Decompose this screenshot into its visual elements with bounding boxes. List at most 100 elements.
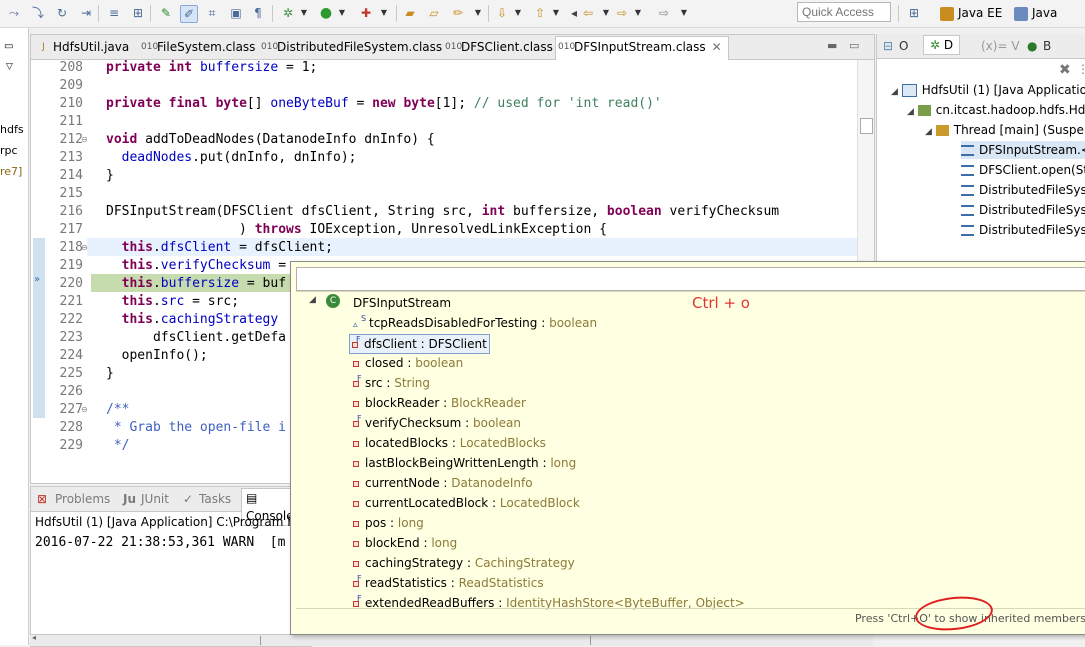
previous-annotation-icon[interactable]: ⇧: [532, 5, 548, 21]
tab-debug[interactable]: ✲ D: [923, 35, 961, 55]
chevron-down-icon[interactable]: ▼: [598, 5, 614, 21]
format-icon[interactable]: ≡: [106, 5, 122, 21]
toggle-icon[interactable]: ⊞: [130, 5, 146, 21]
fold-toggle-icon[interactable]: ⊖: [81, 135, 88, 144]
outline-item[interactable]: blockReader : BlockReader: [353, 394, 526, 412]
mark-occurrences-icon[interactable]: ✎: [158, 5, 174, 21]
chevron-down-icon[interactable]: ▼: [630, 5, 646, 21]
run-icon[interactable]: ●: [318, 5, 334, 21]
tab-hdfsutil-java[interactable]: J HdfsUtil.java: [35, 37, 129, 58]
stack-frame-selected[interactable]: DFSInputStream.<init>: [961, 141, 1085, 159]
outline-item-selected[interactable]: FdfsClient : DFSClient: [349, 334, 490, 354]
chevron-down-icon[interactable]: ▼: [376, 5, 392, 21]
chevron-down-icon[interactable]: ▼: [296, 5, 312, 21]
outline-filter-field[interactable]: [296, 267, 1085, 291]
outline-filter-input[interactable]: [297, 268, 1085, 288]
code-line: this.buffersize = buf: [121, 276, 287, 291]
breakpoints-icon[interactable]: ●: [1027, 37, 1037, 55]
line-number: 227: [59, 402, 83, 417]
outline-item[interactable]: locatedBlocks : LocatedBlocks: [353, 434, 546, 452]
tree-item[interactable]: ◢ cn.itcast.hadoop.hdfs.HdfsUtil: [907, 101, 1085, 121]
perspective-java[interactable]: Java: [1014, 4, 1057, 22]
outline-item[interactable]: Fsrc : String: [353, 374, 430, 392]
tree-fragment[interactable]: rpc: [0, 144, 18, 158]
tab-breakpoints[interactable]: B: [1043, 37, 1051, 55]
scroll-left-icon[interactable]: ◂: [32, 633, 36, 642]
stack-frame[interactable]: DistributedFileSystem: [961, 201, 1085, 219]
open-perspective-icon[interactable]: ⊞: [906, 5, 922, 21]
chevron-down-icon[interactable]: ▼: [470, 5, 486, 21]
outline-item[interactable]: FreadStatistics : ReadStatistics: [353, 574, 544, 592]
tree-label: DFSInputStream.<init>: [979, 143, 1085, 157]
stack-frame[interactable]: DFSClient.open(String: [961, 161, 1085, 179]
maximize-icon[interactable]: ▭: [849, 39, 859, 52]
forward-icon[interactable]: ⇨: [614, 5, 630, 21]
tab-junit[interactable]: JUnit: [141, 490, 169, 508]
debug-icon[interactable]: ✲: [280, 5, 296, 21]
stack-frame[interactable]: DistributedFileSystem: [961, 181, 1085, 199]
horizontal-scrollbar[interactable]: ◂: [30, 633, 873, 646]
main-toolbar: ⤳ ⤵ ↻ ⇥ ≡ ⊞ ✎ ✐ ⌗ ▣ ¶ ✲ ▼ ● ▼ ✚ ▼ ▰ ▱ ✏ …: [0, 0, 1085, 28]
skip-breakpoints-icon[interactable]: ⤳: [6, 5, 22, 21]
expanded-icon: ◢: [925, 127, 932, 137]
chevron-down-icon[interactable]: ▼: [676, 5, 692, 21]
tree-fragment[interactable]: hdfs: [0, 123, 24, 137]
field-type: ReadStatistics: [458, 576, 544, 590]
perspective-java-ee[interactable]: Java EE: [940, 4, 1002, 22]
next-annotation-icon[interactable]: ⇩: [494, 5, 510, 21]
new-folder-icon[interactable]: ▰: [402, 5, 418, 21]
scrollbar-thumb[interactable]: [860, 118, 873, 134]
tab-filesystem-class[interactable]: 010 FileSystem.class: [139, 37, 255, 58]
minimize-icon[interactable]: ▭: [4, 40, 13, 54]
block-selection-icon[interactable]: ⌗: [204, 5, 220, 21]
step-icon[interactable]: ⤵: [30, 5, 46, 21]
back-icon[interactable]: ⇦: [580, 5, 596, 21]
tab-dfsinputstream-class[interactable]: 010 DFSInputStream.class ✕: [555, 36, 729, 60]
show-whitespace-icon[interactable]: ▣: [228, 5, 244, 21]
outline-item[interactable]: lastBlockBeingWrittenLength : long: [353, 454, 576, 472]
forward-nav-icon[interactable]: ⇨: [656, 5, 672, 21]
tab-problems[interactable]: Problems: [55, 490, 110, 508]
tree-fragment[interactable]: re7]: [0, 165, 22, 179]
tab-outline[interactable]: O: [899, 37, 908, 55]
expanded-icon[interactable]: ◢: [309, 295, 316, 305]
outline-view-icon[interactable]: ⊟: [883, 37, 893, 55]
outline-root-class[interactable]: DFSInputStream: [353, 294, 451, 312]
quick-access-input[interactable]: [797, 2, 891, 22]
remove-terminated-icon[interactable]: ✖: [1059, 62, 1071, 78]
open-folder-icon[interactable]: ▱: [426, 5, 442, 21]
chevron-down-icon[interactable]: ▼: [510, 5, 526, 21]
fold-toggle-icon[interactable]: ⊖: [81, 243, 88, 252]
view-menu-icon[interactable]: ⋮: [1077, 62, 1085, 76]
outline-item[interactable]: cachingStrategy : CachingStrategy: [353, 554, 575, 572]
outline-item[interactable]: ▵S tcpReadsDisabledForTesting : boolean: [353, 314, 597, 332]
stack-frame-icon: [961, 145, 974, 156]
brush-icon[interactable]: ✏: [450, 5, 466, 21]
paragraph-icon[interactable]: ¶: [250, 5, 266, 21]
tab-variables[interactable]: (x)= V: [981, 37, 1020, 55]
drop-frame-icon[interactable]: ↻: [54, 5, 70, 21]
stack-frame[interactable]: DistributedFileSystem: [961, 221, 1085, 239]
highlight-icon[interactable]: ✐: [180, 5, 198, 23]
minimize-icon[interactable]: ▬: [827, 39, 837, 52]
chevron-down-icon[interactable]: ▼: [334, 5, 350, 21]
debug-tab-bar: ⊟ O ✲ D (x)= V ● B: [877, 34, 1085, 59]
tab-distributedfilesystem-class[interactable]: 010 DistributedFileSystem.class: [259, 37, 442, 58]
outline-item[interactable]: currentNode : DatanodeInfo: [353, 474, 533, 492]
package-explorer-strip: ▭ ▽ hdfs rpc re7]: [0, 28, 29, 645]
use-step-filters-icon[interactable]: ⇥: [78, 5, 94, 21]
outline-item[interactable]: FverifyChecksum : boolean: [353, 414, 521, 432]
chevron-down-icon[interactable]: ▼: [548, 5, 564, 21]
tab-dfsclient-class[interactable]: 010 DFSClient.class: [443, 37, 553, 58]
outline-item[interactable]: blockEnd : long: [353, 534, 457, 552]
outline-item[interactable]: closed : boolean: [353, 354, 463, 372]
external-tools-icon[interactable]: ✚: [358, 5, 374, 21]
close-icon[interactable]: ✕: [712, 40, 722, 54]
tab-tasks[interactable]: Tasks: [199, 490, 231, 508]
outline-item[interactable]: pos : long: [353, 514, 424, 532]
fold-toggle-icon[interactable]: ⊖: [81, 405, 88, 414]
outline-item[interactable]: currentLocatedBlock : LocatedBlock: [353, 494, 580, 512]
tree-item[interactable]: ◢ HdfsUtil (1) [Java Application]: [891, 81, 1085, 101]
tree-item[interactable]: ◢ Thread [main] (Suspended): [925, 121, 1085, 141]
view-menu-icon[interactable]: ▽: [6, 60, 13, 74]
